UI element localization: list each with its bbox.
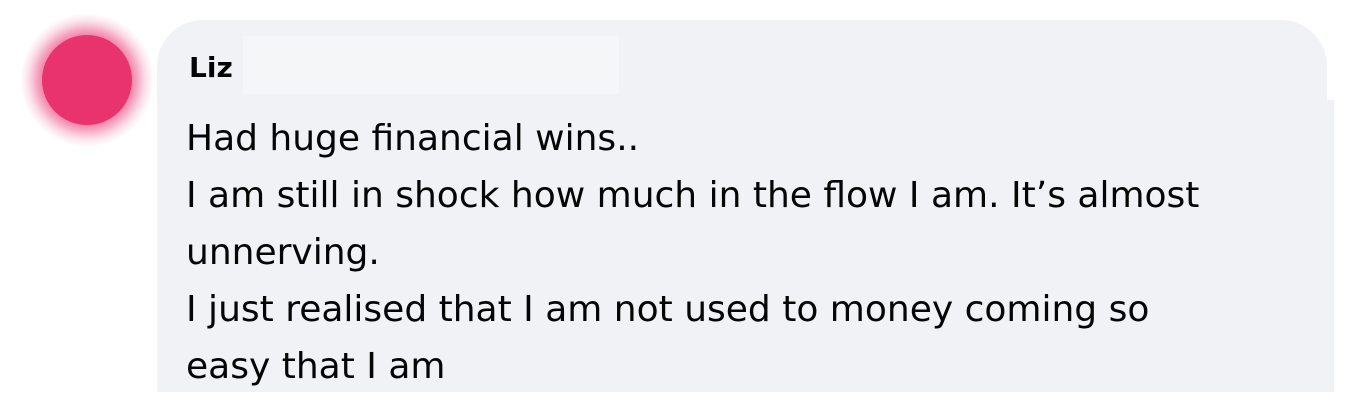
comment-bubble-edge [1318,100,1334,392]
comment-line: I am still in shock how much in the flow… [186,175,1200,216]
comment-line: I just realised that I am not used to mo… [186,289,1150,330]
avatar-glow [21,14,153,146]
author-name-redaction [243,36,619,94]
comment-line: easy that I am [186,346,446,387]
comment-body: Had huge financial wins.. I am still in … [186,110,1306,395]
comment-line: unnerving. [186,232,380,273]
avatar[interactable] [42,35,132,125]
comment-line: Had huge financial wins.. [186,118,640,159]
comment-author-name[interactable]: Liz [189,51,233,85]
